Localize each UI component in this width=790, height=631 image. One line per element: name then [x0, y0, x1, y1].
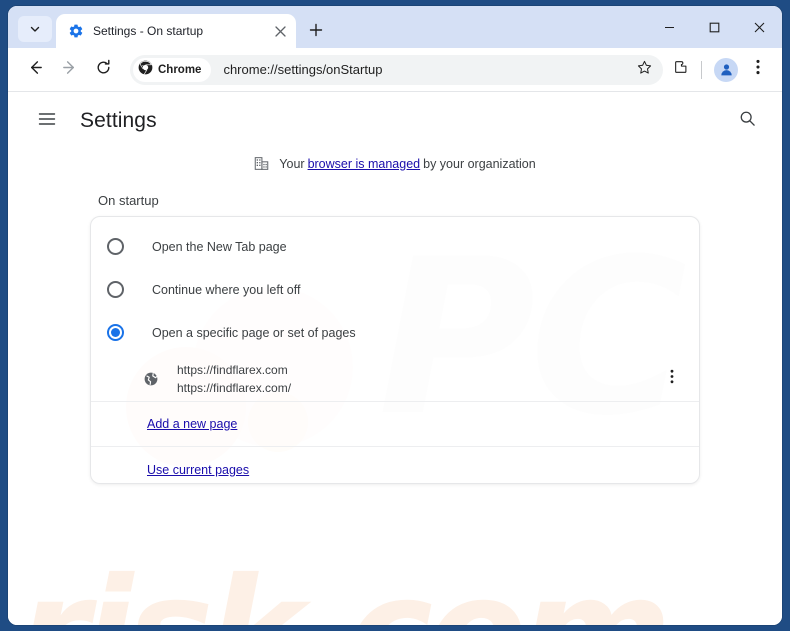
startup-page-url: https://findflarex.com/: [177, 380, 292, 395]
radio-label: Continue where you left off: [152, 282, 301, 297]
radio-option-specific-pages[interactable]: Open a specific page or set of pages: [91, 311, 699, 354]
browser-tab[interactable]: Settings - On startup: [56, 14, 296, 48]
radio-label: Open the New Tab page: [152, 239, 287, 254]
browser-window: Settings - On startup Chrome chrome://se…: [8, 6, 782, 625]
tab-strip: Settings - On startup: [8, 6, 782, 48]
extensions-button[interactable]: [667, 56, 695, 84]
page-title: Settings: [80, 109, 157, 132]
tab-title: Settings - On startup: [93, 24, 204, 38]
radio-indicator-selected[interactable]: [107, 324, 124, 341]
radio-option-new-tab-page[interactable]: Open the New Tab page: [91, 225, 699, 268]
tab-close-button[interactable]: [270, 21, 290, 41]
reload-icon: [95, 59, 112, 81]
window-minimize-button[interactable]: [647, 6, 692, 48]
window-close-button[interactable]: [737, 6, 782, 48]
startup-page-texts: https://findflarex.com https://findflare…: [177, 361, 659, 397]
chevron-down-icon: [29, 23, 41, 35]
use-current-pages-link[interactable]: Use current pages: [147, 463, 249, 477]
radio-option-continue-where-left-off[interactable]: Continue where you left off: [91, 268, 699, 311]
forward-button[interactable]: [54, 55, 84, 85]
managed-suffix: by your organization: [423, 156, 536, 171]
three-dot-menu-icon: [670, 369, 674, 389]
back-arrow-icon: [27, 59, 44, 81]
startup-page-row: https://findflarex.com https://findflare…: [91, 356, 699, 402]
startup-page-name: https://findflarex.com: [177, 362, 288, 377]
extensions-puzzle-icon: [673, 59, 689, 80]
globe-icon: [143, 371, 159, 387]
back-button[interactable]: [20, 55, 50, 85]
use-current-pages-row[interactable]: Use current pages: [91, 447, 699, 492]
settings-search-button[interactable]: [730, 104, 764, 138]
managed-prefix: Your: [279, 156, 305, 171]
chrome-origin-chip[interactable]: Chrome: [133, 57, 212, 82]
address-bar[interactable]: Chrome chrome://settings/onStartup: [130, 54, 663, 85]
new-tab-button[interactable]: [302, 16, 330, 44]
hamburger-menu-icon: [38, 110, 56, 133]
settings-page: PC risk.com Settings: [8, 92, 782, 625]
startup-page-menu-button[interactable]: [659, 366, 685, 392]
tab-search-button[interactable]: [18, 16, 52, 42]
settings-gear-icon: [68, 23, 84, 39]
chrome-logo-icon: [138, 60, 153, 80]
window-controls: [647, 6, 782, 48]
managed-browser-link[interactable]: browser is managed: [308, 157, 421, 171]
managed-browser-banner: Your browser is managed by your organiza…: [8, 156, 782, 171]
office-building-icon: [254, 156, 269, 171]
forward-arrow-icon: [61, 59, 78, 81]
toolbar-divider: [701, 60, 702, 79]
star-icon: [637, 60, 652, 80]
startup-pages-list: https://findflarex.com https://findflare…: [91, 354, 699, 402]
section-title: On startup: [98, 193, 159, 208]
reload-button[interactable]: [88, 55, 118, 85]
on-startup-card: Open the New Tab page Continue where you…: [90, 216, 700, 484]
bookmark-star-button[interactable]: [631, 57, 657, 83]
hamburger-menu-button[interactable]: [30, 104, 64, 138]
radio-label: Open a specific page or set of pages: [152, 325, 356, 340]
browser-menu-button[interactable]: [744, 56, 772, 84]
three-dot-menu-icon: [756, 59, 760, 80]
chrome-chip-label: Chrome: [158, 63, 202, 76]
window-maximize-button[interactable]: [692, 6, 737, 48]
plus-icon: [309, 23, 323, 37]
radio-indicator[interactable]: [107, 238, 124, 255]
radio-indicator[interactable]: [107, 281, 124, 298]
settings-header: Settings: [8, 92, 782, 150]
url-text[interactable]: chrome://settings/onStartup: [223, 62, 631, 77]
watermark-text-bottom: risk.com: [18, 547, 672, 625]
add-new-page-link[interactable]: Add a new page: [147, 417, 237, 431]
profile-button[interactable]: [712, 56, 740, 84]
profile-avatar-icon: [714, 57, 738, 82]
add-new-page-row[interactable]: Add a new page: [91, 402, 699, 447]
browser-toolbar: Chrome chrome://settings/onStartup: [8, 48, 782, 92]
search-icon: [739, 110, 756, 132]
